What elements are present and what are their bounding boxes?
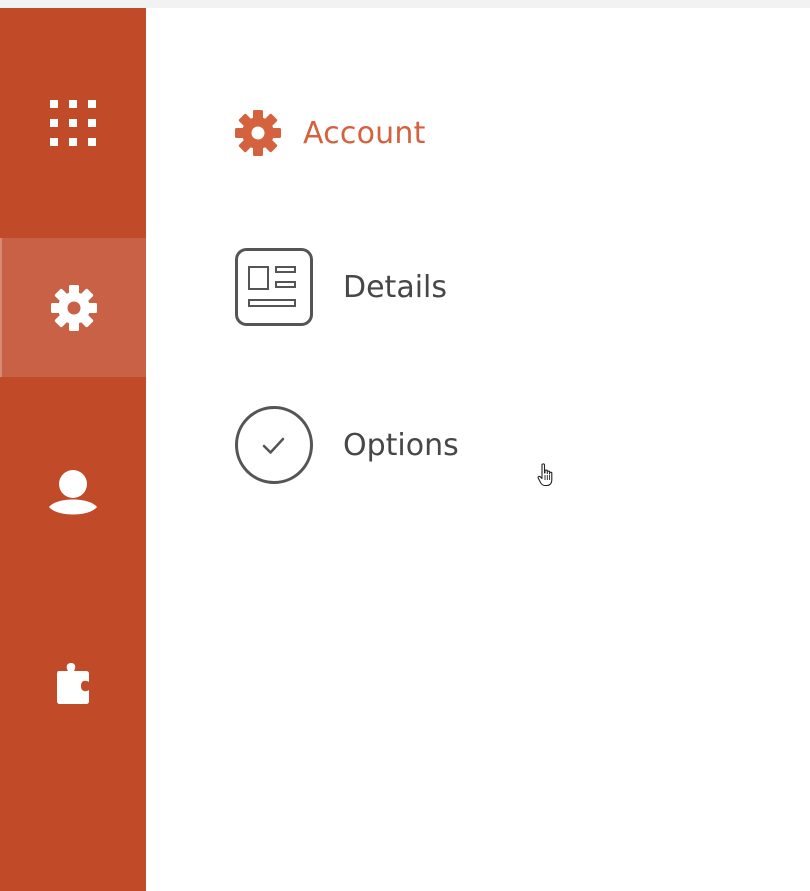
details-card-icon [235,248,313,326]
sidebar-item-settings[interactable] [0,238,146,377]
gear-icon [51,284,97,331]
gear-icon [235,110,281,156]
main-content: Account Details Options [146,8,810,891]
sidebar-item-apps[interactable] [0,8,146,238]
app-window: Account Details Options [0,8,810,891]
account-heading: Account [235,108,426,158]
puzzle-icon [57,663,89,704]
menu-item-details[interactable]: Details [235,248,447,326]
hand-cursor-icon [537,463,553,487]
menu-item-label: Details [343,269,448,305]
sidebar-item-plugins[interactable] [0,607,146,757]
menu-item-options[interactable]: Options [235,406,459,484]
grid-icon [50,100,96,146]
user-icon [49,470,97,515]
page-title: Account [303,115,426,151]
sidebar-item-user[interactable] [0,377,146,607]
sidebar [0,8,146,891]
check-circle-icon [235,406,313,484]
menu-item-label: Options [343,427,459,463]
